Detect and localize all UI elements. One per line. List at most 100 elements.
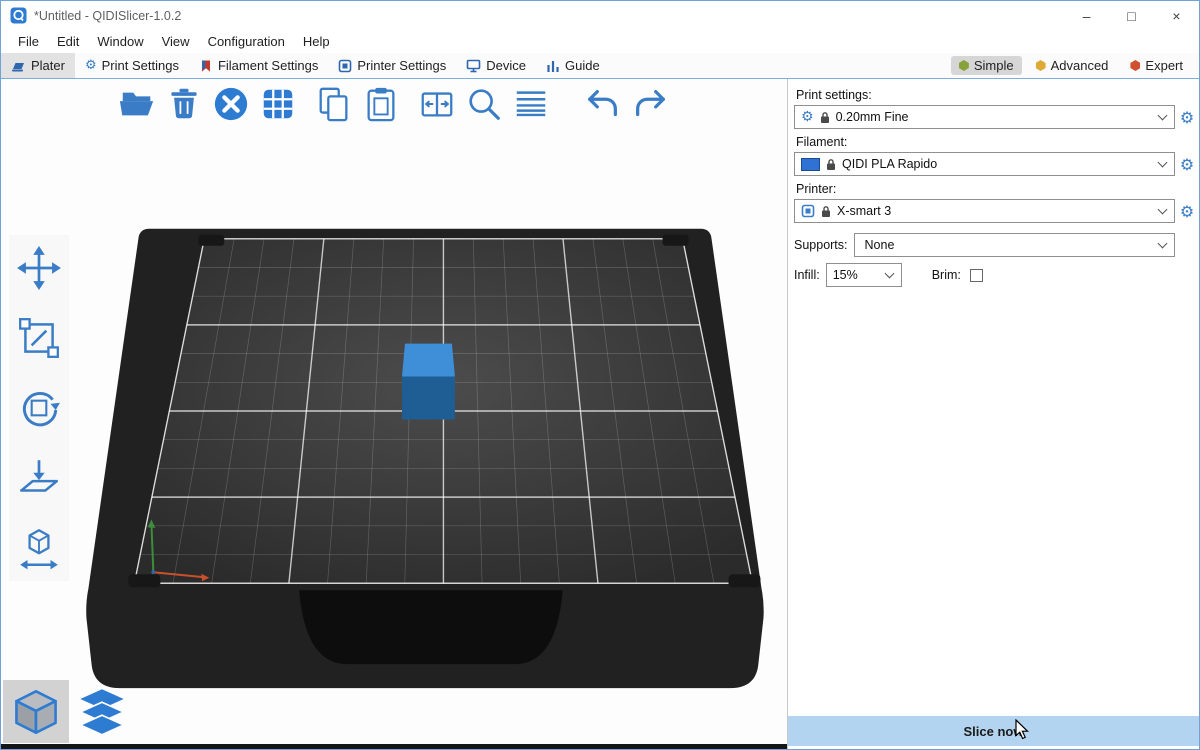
layer-height-button[interactable] — [511, 84, 551, 124]
scale-icon — [16, 315, 62, 361]
printer-gear-button[interactable]: ⚙ — [1175, 202, 1199, 221]
3d-viewport[interactable] — [1, 79, 787, 749]
delete-button[interactable] — [164, 84, 204, 124]
place-on-face-icon — [16, 455, 62, 501]
lock-icon — [826, 158, 836, 171]
undo-button[interactable] — [583, 84, 623, 124]
menu-window[interactable]: Window — [88, 34, 152, 49]
mode-label: Simple — [974, 58, 1014, 73]
filament-gear-button[interactable]: ⚙ — [1175, 155, 1199, 174]
model-cube[interactable] — [402, 344, 455, 420]
3d-scene[interactable] — [1, 79, 787, 749]
view-switcher — [3, 680, 135, 743]
guide-chart-icon — [546, 59, 560, 73]
close-button[interactable]: × — [1154, 1, 1199, 30]
app-logo-icon — [10, 7, 27, 24]
tab-label: Guide — [565, 58, 600, 73]
mode-advanced[interactable]: Advanced — [1028, 56, 1117, 75]
chevron-down-icon — [1158, 111, 1168, 121]
infill-value: 15% — [833, 268, 858, 282]
mode-simple[interactable]: Simple — [951, 56, 1022, 75]
scale-tool-button[interactable] — [14, 313, 64, 363]
print-settings-value: 0.20mm Fine — [836, 110, 909, 124]
tab-label: Plater — [31, 58, 65, 73]
bed-handle — [299, 590, 563, 664]
maximize-button[interactable]: □ — [1109, 1, 1154, 30]
split-icon — [418, 85, 456, 123]
tab-label: Device — [486, 58, 526, 73]
tab-label: Print Settings — [102, 58, 179, 73]
expert-mode-dot-icon — [1130, 60, 1140, 71]
mode-label: Expert — [1145, 58, 1183, 73]
filament-label: Filament: — [796, 135, 1199, 149]
brim-checkbox[interactable] — [970, 269, 983, 282]
split-button[interactable] — [417, 84, 457, 124]
printer-label: Printer: — [796, 182, 1199, 196]
folder-open-icon — [118, 85, 156, 123]
layers-preview-button[interactable] — [69, 680, 135, 743]
3d-editor-view-button[interactable] — [3, 680, 69, 743]
mode-switcher: Simple Advanced Expert — [951, 53, 1199, 78]
copy-button[interactable] — [314, 84, 354, 124]
layers-view-icon — [76, 687, 128, 737]
window-controls: – □ × — [1064, 1, 1199, 30]
infill-select[interactable]: 15% — [826, 263, 902, 287]
arrange-button[interactable] — [258, 84, 298, 124]
undo-icon — [584, 85, 622, 123]
supports-select[interactable]: None — [854, 233, 1175, 257]
minimize-button[interactable]: – — [1064, 1, 1109, 30]
slice-now-button[interactable]: Slice now — [788, 716, 1199, 746]
chevron-down-icon — [1158, 205, 1168, 215]
arrange-grid-icon — [259, 85, 297, 123]
menubar: File Edit Window View Configuration Help — [1, 30, 1199, 53]
menu-edit[interactable]: Edit — [48, 34, 88, 49]
menu-view[interactable]: View — [153, 34, 199, 49]
rotate-tool-button[interactable] — [14, 383, 64, 433]
printer-select[interactable]: X-smart 3 — [794, 199, 1175, 223]
chevron-down-icon — [1158, 158, 1168, 168]
tab-print-settings[interactable]: ⚙ Print Settings — [75, 53, 189, 78]
redo-button[interactable] — [630, 84, 670, 124]
print-settings-gear-button[interactable]: ⚙ — [1175, 108, 1199, 127]
open-file-button[interactable] — [117, 84, 157, 124]
move-tool-button[interactable] — [14, 243, 64, 293]
tab-plater[interactable]: Plater — [1, 53, 75, 78]
filament-select[interactable]: QIDI PLA Rapido — [794, 152, 1175, 176]
supports-label: Supports: — [794, 238, 848, 252]
gear-icon: ⚙ — [801, 110, 814, 124]
plater-icon — [11, 59, 26, 73]
print-settings-select[interactable]: ⚙ 0.20mm Fine — [794, 105, 1175, 129]
tabbar: Plater ⚙ Print Settings Filament Setting… — [1, 53, 1199, 79]
trash-icon — [166, 85, 202, 123]
printer-icon — [801, 204, 815, 218]
redo-icon — [631, 85, 669, 123]
main-area: Print settings: ⚙ 0.20mm Fine ⚙ Filament… — [1, 79, 1199, 749]
menu-file[interactable]: File — [9, 34, 48, 49]
tab-filament-settings[interactable]: Filament Settings — [189, 53, 328, 78]
delete-all-button[interactable] — [211, 84, 251, 124]
print-settings-label: Print settings: — [796, 88, 1199, 102]
rotate-icon — [16, 385, 62, 431]
bed-clip — [128, 574, 160, 587]
tab-printer-settings[interactable]: Printer Settings — [328, 53, 456, 78]
bed-clip — [729, 574, 761, 587]
search-button[interactable] — [464, 84, 504, 124]
place-on-face-tool-button[interactable] — [14, 453, 64, 503]
tab-device[interactable]: Device — [456, 53, 536, 78]
viewport-toolbar — [117, 84, 677, 124]
window-title: *Untitled - QIDISlicer-1.0.2 — [34, 9, 181, 23]
chevron-down-icon — [1158, 239, 1168, 249]
paste-button[interactable] — [361, 84, 401, 124]
tab-guide[interactable]: Guide — [536, 53, 610, 78]
printer-icon — [338, 59, 352, 73]
lock-icon — [821, 205, 831, 218]
delete-all-icon — [212, 85, 250, 123]
measure-tool-button[interactable] — [14, 523, 64, 573]
mode-expert[interactable]: Expert — [1122, 56, 1191, 75]
advanced-mode-dot-icon — [1036, 60, 1046, 71]
menu-help[interactable]: Help — [294, 34, 339, 49]
chevron-down-icon — [884, 269, 894, 279]
titlebar: *Untitled - QIDISlicer-1.0.2 – □ × — [1, 1, 1199, 30]
menu-configuration[interactable]: Configuration — [199, 34, 294, 49]
filament-value: QIDI PLA Rapido — [842, 157, 937, 171]
